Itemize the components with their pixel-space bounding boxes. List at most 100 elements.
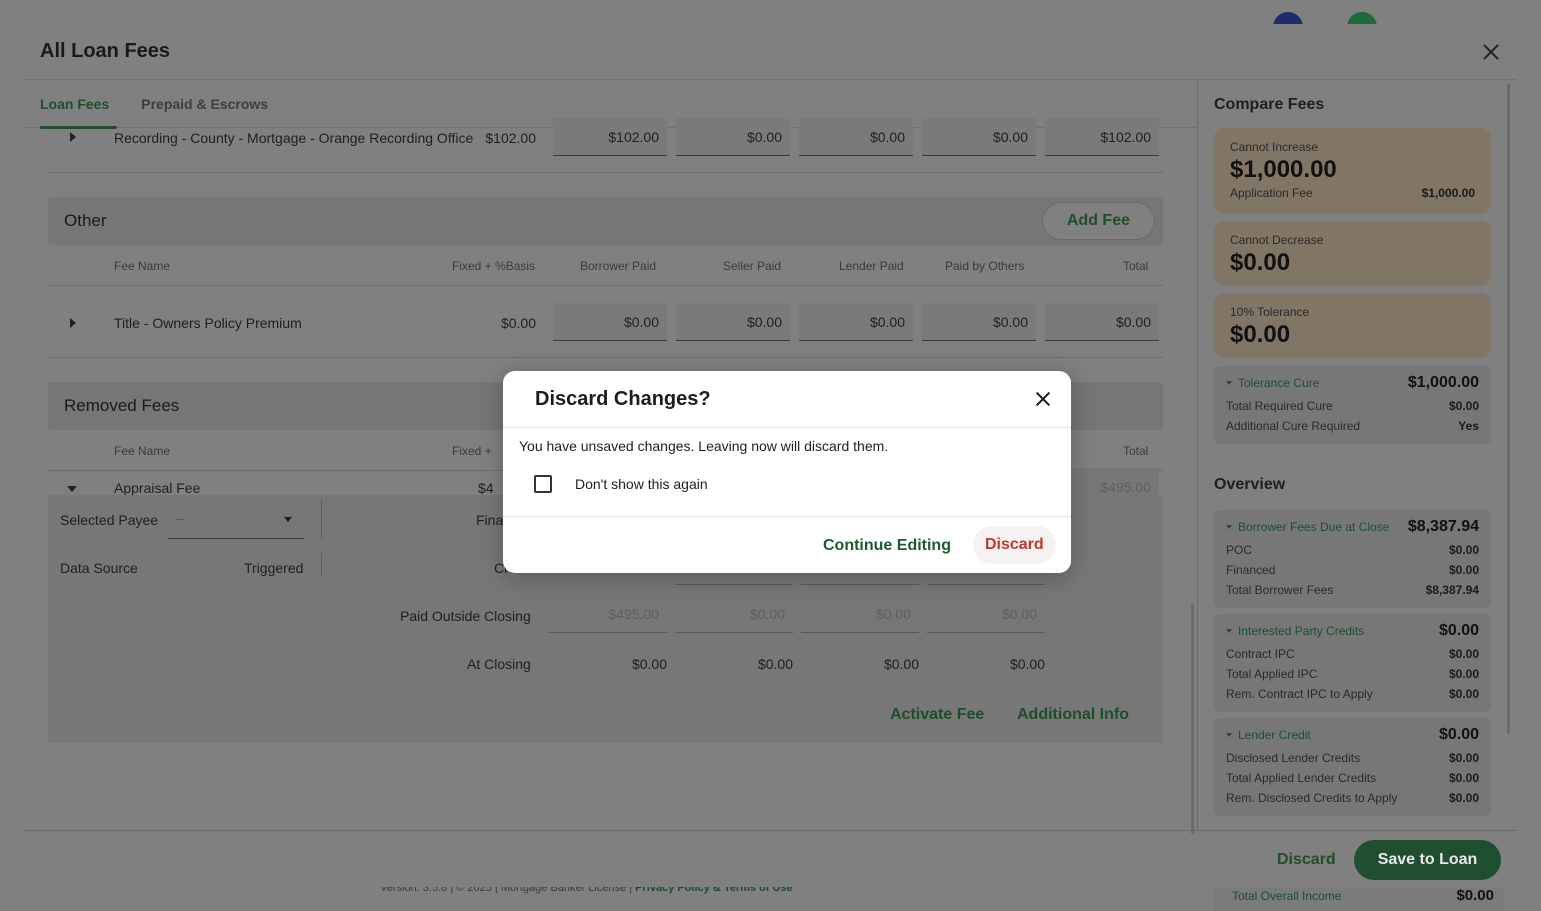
at-closing-label: At Closing	[467, 656, 531, 672]
divider	[321, 553, 322, 577]
payee-select[interactable]: --	[168, 499, 304, 539]
row-label: Additional Cure Required	[1226, 419, 1361, 433]
panel-row: Contract IPC $0.00	[1226, 644, 1479, 664]
activate-fee-button[interactable]: Activate Fee	[890, 706, 984, 724]
borrower-paid-input[interactable]: $0.00	[553, 303, 667, 341]
panel-value: $0.00	[1438, 726, 1479, 743]
lender-paid-input[interactable]: $0.00	[799, 118, 913, 156]
col-total: Total	[1123, 444, 1149, 458]
panel-label: Interested Party Credits	[1238, 624, 1365, 638]
close-icon[interactable]	[1035, 391, 1051, 407]
poc-input[interactable]: $0.00	[801, 595, 919, 633]
at-closing-value: $0.00	[631, 656, 667, 672]
additional-info-button[interactable]: Additional Info	[1017, 706, 1129, 724]
cannot-decrease-card: Cannot Decrease $0.00	[1214, 221, 1491, 286]
panel-row: Disclosed Lender Credits $0.00	[1226, 748, 1479, 768]
panel-value: $8,387.94	[1407, 518, 1479, 535]
panel-header[interactable]: Borrower Fees Due at Close $8,387.94	[1226, 518, 1479, 536]
data-source-value: Triggered	[244, 560, 304, 576]
sidebar-scrollbar[interactable]	[1507, 84, 1510, 734]
tab-prepaid-escrows[interactable]: Prepaid & Escrows	[141, 80, 268, 128]
section-title: Other	[64, 211, 107, 230]
seller-paid-input[interactable]: $0.00	[676, 118, 790, 156]
lender-paid-input[interactable]: $0.00	[799, 303, 913, 341]
row-label: Total Applied IPC	[1226, 667, 1318, 681]
discard-confirm-button[interactable]: Discard	[973, 526, 1056, 564]
card-sub-label: Application Fee	[1230, 186, 1313, 200]
row-value: $0.00	[1448, 791, 1479, 805]
panel-row: POC $0.00	[1226, 540, 1479, 560]
expand-icon[interactable]	[70, 132, 76, 142]
row-value: $0.00	[1448, 667, 1479, 681]
collapse-icon[interactable]	[67, 486, 77, 492]
panel-value: $0.00	[1438, 622, 1479, 639]
seller-paid-input[interactable]: $0.00	[676, 303, 790, 341]
row-value: $0.00	[1448, 751, 1479, 765]
col-seller-paid: Seller Paid	[723, 259, 782, 273]
close-icon[interactable]	[1481, 42, 1501, 62]
row-value: $8,387.94	[1425, 583, 1479, 597]
panel-header[interactable]: Tolerance Cure $1,000.00	[1226, 374, 1479, 392]
card-sub-row: Application Fee $1,000.00	[1230, 186, 1475, 200]
overview-title: Overview	[1214, 476, 1286, 493]
checkbox-label[interactable]: Don't show this again	[575, 476, 708, 492]
divider	[48, 357, 1163, 358]
lender-credit-panel: Lender Credit $0.00 Disclosed Lender Cre…	[1214, 718, 1491, 816]
ipc-panel: Interested Party Credits $0.00 Contract …	[1214, 614, 1491, 712]
paid-by-others-input[interactable]: $0.00	[922, 303, 1036, 341]
row-value: Yes	[1458, 419, 1479, 433]
chevron-down-icon	[284, 517, 292, 522]
panel-header[interactable]: Lender Credit $0.00	[1226, 726, 1479, 744]
poc-input[interactable]: $495.00	[549, 595, 667, 633]
row-label: Rem. Disclosed Credits to Apply	[1226, 791, 1398, 805]
row-label: POC	[1226, 543, 1253, 557]
save-to-loan-button[interactable]: Save to Loan	[1354, 840, 1501, 880]
ten-percent-card: 10% Tolerance $0.00	[1214, 293, 1491, 358]
divider	[503, 516, 1071, 517]
scrollbar[interactable]	[1191, 604, 1194, 834]
discard-button[interactable]: Discard	[1277, 851, 1336, 869]
row-value: $0.00	[1448, 687, 1479, 701]
income-value: $0.00	[1456, 887, 1494, 904]
tab-loan-fees[interactable]: Loan Fees	[40, 80, 118, 129]
paid-by-others-input[interactable]: $0.00	[922, 118, 1036, 156]
row-label: Contract IPC	[1226, 647, 1295, 661]
payee-value: --	[176, 511, 185, 526]
chevron-down-icon	[1226, 525, 1232, 529]
panel-row: Rem. Disclosed Credits to Apply $0.00	[1226, 788, 1479, 808]
dont-show-checkbox[interactable]	[534, 475, 552, 493]
row-value: $0.00	[1448, 563, 1479, 577]
compare-fees-title: Compare Fees	[1214, 96, 1325, 113]
at-closing-value: $0.00	[1009, 656, 1045, 672]
card-sub-value: $1,000.00	[1421, 186, 1475, 200]
panel-label: Tolerance Cure	[1238, 376, 1320, 390]
row-value: $0.00	[1448, 647, 1479, 661]
poc-input[interactable]: $0.00	[927, 595, 1045, 633]
row-label: Total Borrower Fees	[1226, 583, 1334, 597]
col-borrower-paid: Borrower Paid	[580, 259, 657, 273]
chevron-down-icon	[1226, 381, 1232, 385]
fee-name: Appraisal Fee	[114, 480, 201, 496]
fee-fixed: $102.00	[485, 130, 536, 146]
borrower-paid-input[interactable]: $102.00	[553, 118, 667, 156]
add-fee-button[interactable]: Add Fee	[1041, 202, 1155, 240]
compare-sidebar: Compare Fees Cannot Increase $1,000.00 A…	[1197, 80, 1517, 830]
panel-row: Additional Cure Required Yes	[1226, 416, 1479, 436]
col-fee-name: Fee Name	[114, 259, 171, 273]
continue-editing-button[interactable]: Continue Editing	[823, 537, 951, 555]
col-paid-by-others: Paid by Others	[945, 259, 1025, 273]
expand-icon[interactable]	[70, 318, 76, 328]
chevron-down-icon	[1226, 733, 1232, 737]
col-fixed: Fixed +	[452, 444, 492, 458]
at-closing-value: $0.00	[883, 656, 919, 672]
panel-header[interactable]: Interested Party Credits $0.00	[1226, 622, 1479, 640]
panel-row: Financed $0.00	[1226, 560, 1479, 580]
tolerance-cure-panel: Tolerance Cure $1,000.00 Total Required …	[1214, 366, 1491, 444]
row-label: Financed	[1226, 563, 1276, 577]
dialog-title: Discard Changes?	[535, 387, 711, 410]
panel-label: Borrower Fees Due at Close	[1238, 520, 1390, 534]
table-row: Recording - County - Mortgage - Orange R…	[48, 118, 1163, 174]
card-amount: $0.00	[1230, 321, 1291, 348]
poc-input[interactable]: $0.00	[675, 595, 793, 633]
divider	[48, 172, 1163, 173]
